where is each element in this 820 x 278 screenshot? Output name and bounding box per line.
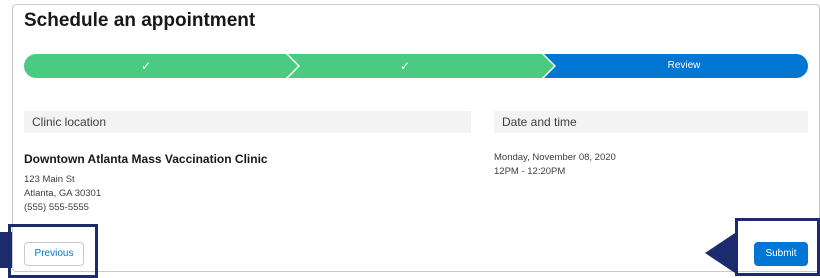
appointment-date: Monday, November 08, 2020 bbox=[494, 152, 616, 163]
submit-highlight-box bbox=[735, 218, 820, 276]
clinic-address-line2: Atlanta, GA 30301 bbox=[24, 188, 102, 199]
progress-path: ✓ ✓ Review bbox=[24, 54, 808, 78]
page-title: Schedule an appointment bbox=[24, 10, 256, 31]
appointment-time: 12PM - 12:20PM bbox=[494, 166, 566, 177]
path-step-review-label[interactable]: Review bbox=[564, 54, 804, 78]
clinic-phone: (555) 555-5555 bbox=[24, 202, 89, 213]
clinic-location-header: Clinic location bbox=[24, 111, 471, 133]
previous-highlight-box bbox=[8, 224, 98, 278]
previous-pointer-arrow-icon bbox=[0, 232, 12, 268]
date-time-header: Date and time bbox=[494, 111, 808, 133]
check-icon: ✓ bbox=[399, 59, 411, 73]
path-step-1 bbox=[24, 54, 298, 78]
submit-pointer-arrow-icon bbox=[705, 233, 735, 273]
clinic-address-line1: 123 Main St bbox=[24, 174, 75, 185]
path-step-2 bbox=[288, 54, 554, 78]
clinic-name: Downtown Atlanta Mass Vaccination Clinic bbox=[24, 152, 268, 166]
appointment-card bbox=[12, 4, 820, 272]
check-icon: ✓ bbox=[140, 59, 152, 73]
